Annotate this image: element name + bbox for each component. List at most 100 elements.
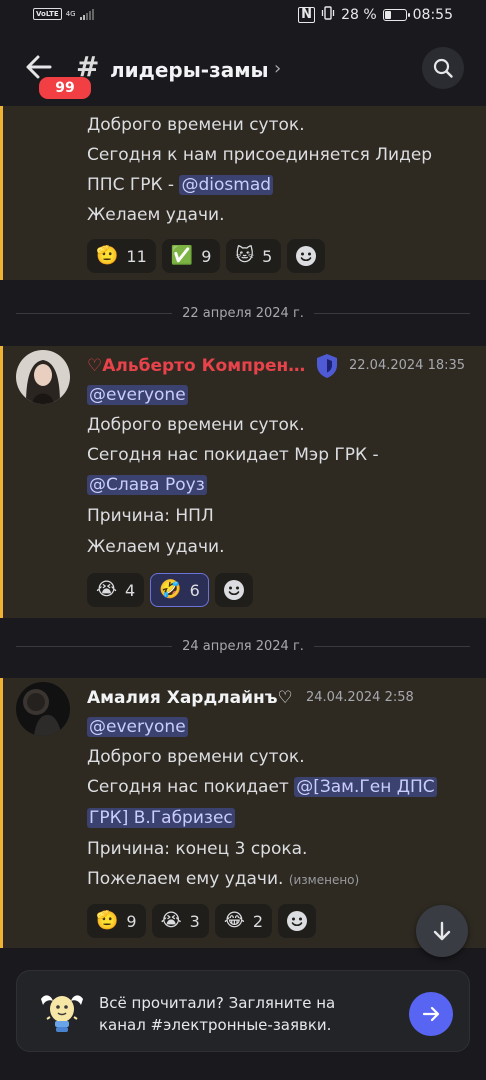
date-label: 24 апреля 2024 г. [182, 638, 304, 654]
reaction-button[interactable]: ✅ 9 [161, 239, 221, 273]
message-text: Желаем удачи. [87, 205, 225, 225]
edited-label: (изменено) [288, 873, 360, 887]
divider-line [313, 312, 470, 314]
user-avatar-image [16, 350, 70, 404]
reaction-button[interactable]: 😭 4 [87, 573, 145, 607]
volte-icon: VoLTE [33, 8, 62, 20]
author-name[interactable]: ♡Альберто Компрен… [87, 354, 305, 378]
message-text: ГРК] В.Габризес [87, 805, 235, 831]
reaction-button-selected[interactable]: 🤣 6 [150, 573, 209, 607]
battery-percent: 28 % [341, 7, 377, 23]
reaction-button[interactable]: 😭 3 [151, 904, 209, 938]
network-indicators: VoLTE 4G [33, 8, 94, 20]
channel-name[interactable]: лидеры-замы [110, 58, 269, 82]
status-bar: VoLTE 4G N 28 % 08:55 [0, 0, 486, 32]
add-reaction-button[interactable] [287, 239, 326, 273]
smiley-icon [296, 246, 317, 266]
footer: Всё прочитали? Загляните на канал #элект… [0, 966, 486, 1080]
crying-emoji-icon: 😭 [96, 579, 118, 600]
check-mark-icon: ✅ [170, 245, 194, 266]
lightbulb-mascot-icon [35, 985, 89, 1039]
date-divider: 22 апреля 2024 г. [16, 303, 470, 323]
jump-to-bottom-button[interactable] [416, 905, 468, 957]
divider-line [16, 312, 173, 314]
message[interactable]: ♡Альберто Компрен… 22.04.2024 18:35 @eve… [0, 346, 486, 618]
salute-emoji-icon: 🫡 [96, 910, 119, 931]
message-text: @everyone [87, 382, 188, 408]
role-mention[interactable]: @[Зам.Ген ДПС [294, 777, 437, 797]
rofl-emoji-icon: 🤣 [159, 579, 182, 600]
user-mention[interactable]: @diosmad [179, 175, 274, 195]
shield-icon [315, 353, 339, 383]
reaction-count: 2 [252, 911, 264, 931]
divider-line [313, 645, 470, 647]
add-reaction-button[interactable] [214, 573, 253, 607]
next-channel-line: Всё прочитали? Загляните на [99, 994, 336, 1012]
message-text: Доброго времени суток. [87, 747, 305, 767]
reaction-count: 11 [126, 246, 147, 266]
chevron-right-icon[interactable]: › [274, 58, 281, 79]
message-text: @Слава Роуз [87, 472, 207, 498]
next-channel-card[interactable]: Всё прочитали? Загляните на канал #элект… [16, 970, 470, 1052]
message-text: Сегодня нас покидает Мэр ГРК - [87, 445, 379, 465]
message-text: Сегодня к нам присоединяется Лидер [87, 145, 433, 165]
add-reaction-button[interactable] [278, 904, 317, 938]
everyone-mention[interactable]: @everyone [87, 717, 188, 737]
reaction-count: 4 [125, 580, 136, 600]
nfc-icon: N [298, 7, 316, 23]
reaction-button[interactable]: 🫡 9 [87, 904, 146, 938]
reaction-count: 6 [189, 580, 200, 600]
message-text: Причина: НПЛ [87, 506, 214, 526]
system-indicators: N 28 % 08:55 [298, 6, 453, 24]
message-timestamp: 22.04.2024 18:35 [349, 358, 466, 373]
message-text: Сегодня нас покидает @[Зам.Ген ДПС [87, 777, 437, 797]
reaction-bar: 🫡 9 😭 3 😂 2 [87, 904, 317, 938]
reaction-button[interactable]: 🫡 11 [87, 239, 156, 273]
salute-emoji-icon: 🫡 [96, 245, 119, 266]
go-to-channel-button[interactable] [409, 992, 453, 1036]
search-button[interactable] [422, 47, 464, 89]
avatar[interactable] [16, 682, 70, 736]
next-channel-line: канал #электронные-заявки. [99, 1016, 332, 1034]
user-avatar-image [16, 682, 70, 736]
channel-hash-icon: # [76, 50, 100, 83]
date-divider: 24 апреля 2024 г. [16, 636, 470, 656]
message[interactable]: Амалия Хардлайнъ♡ 24.04.2024 2:58 @every… [0, 678, 486, 948]
joy-emoji-icon: 😂 [223, 910, 245, 931]
channel-header: 99 # лидеры-замы › [0, 32, 486, 106]
signal-icon [79, 8, 94, 20]
message-feed[interactable]: Доброго времени суток. Сегодня к нам при… [0, 106, 486, 966]
role-mention[interactable]: ГРК] В.Габризес [87, 808, 235, 828]
cat-sticker-icon: 🐱 [235, 245, 255, 266]
message-text: Пожелаем ему удачи. (изменено) [87, 869, 360, 889]
reaction-count: 5 [262, 246, 273, 266]
everyone-mention[interactable]: @everyone [87, 385, 188, 405]
reaction-bar: 😭 4 🤣 6 [87, 573, 253, 607]
divider-line [16, 645, 173, 647]
avatar[interactable] [16, 350, 70, 404]
reaction-count: 9 [126, 911, 137, 931]
author-name[interactable]: Амалия Хардлайнъ♡ [87, 686, 293, 710]
reaction-button[interactable]: 🐱 5 [226, 239, 282, 273]
arrow-right-icon [422, 1006, 440, 1022]
clock: 08:55 [412, 7, 453, 23]
message-text: ППС ГРК - @diosmad [87, 175, 274, 195]
vibrate-icon [321, 6, 335, 24]
next-channel-text: Всё прочитали? Загляните на канал #элект… [99, 992, 399, 1036]
battery-icon [382, 9, 410, 21]
user-mention[interactable]: @Слава Роуз [87, 475, 207, 495]
reaction-count: 9 [201, 246, 212, 266]
message-text: Доброго времени суток. [87, 415, 305, 435]
message[interactable]: Доброго времени суток. Сегодня к нам при… [0, 106, 486, 280]
reaction-count: 3 [189, 911, 200, 931]
message-text: Желаем удачи. [87, 537, 225, 557]
smiley-icon [223, 580, 244, 600]
message-text: Доброго времени суток. [87, 115, 305, 135]
message-timestamp: 24.04.2024 2:58 [306, 690, 414, 705]
reaction-button[interactable]: 😂 2 [214, 904, 273, 938]
search-icon [433, 58, 453, 78]
reaction-bar: 🫡 11 ✅ 9 🐱 5 [87, 239, 326, 273]
message-text: @everyone [87, 714, 188, 740]
crying-emoji-icon: 😭 [160, 910, 182, 931]
smiley-icon [287, 911, 308, 931]
